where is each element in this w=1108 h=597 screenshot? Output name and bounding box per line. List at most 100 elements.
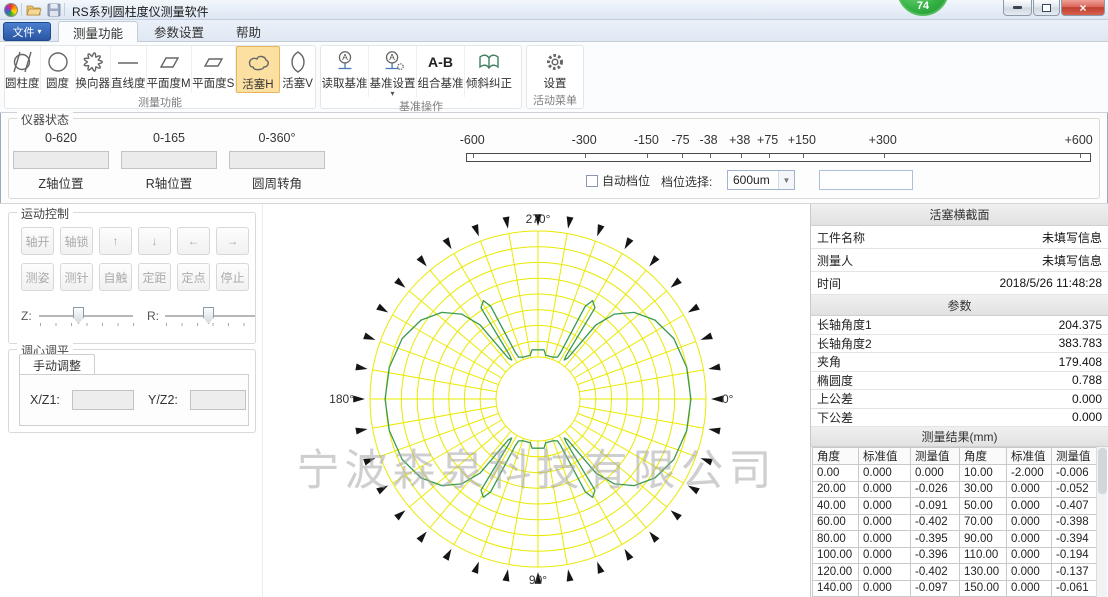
minimize-icon (1013, 6, 1022, 9)
z-slider-label: Z: (21, 309, 32, 323)
rotation-label: 圆周转角 (252, 177, 302, 191)
open-file-icon[interactable] (26, 2, 42, 18)
auto-range-checkbox[interactable] (586, 175, 598, 187)
scrollbar-thumb[interactable] (1098, 448, 1107, 494)
ribbon-button-commutator[interactable]: 换向器 (76, 46, 112, 93)
param-value: 0.788 (1072, 373, 1102, 387)
z-slider-track[interactable] (39, 315, 133, 317)
results-cell: 50.00 (960, 498, 1007, 515)
ribbon-button-flatness-m[interactable]: 平面度M (147, 46, 192, 93)
results-cell: 0.000 (859, 514, 911, 531)
r-slider-thumb[interactable] (203, 307, 214, 324)
results-cell: -0.394 (1052, 531, 1097, 548)
info-value: 2018/5/26 11:48:28 (999, 276, 1102, 290)
param-row: 下公差0.000 (811, 409, 1108, 428)
results-cell: -0.395 (911, 531, 960, 548)
param-label: 长轴角度1 (817, 316, 872, 333)
close-button[interactable]: × (1061, 0, 1105, 16)
minimize-button[interactable] (1003, 0, 1032, 16)
param-row: 上公差0.000 (811, 390, 1108, 409)
info-value: 未填写信息 (1042, 252, 1102, 269)
ribbon-button-roundness[interactable]: 圆度 (41, 46, 76, 93)
results-header-cell: 标准值 (1007, 448, 1052, 465)
results-cell: 40.00 (813, 498, 859, 515)
results-cell: -0.407 (1052, 498, 1097, 515)
range-select-dropdown[interactable]: 600um ▼ (727, 170, 795, 190)
results-panel: 活塞横截面 工件名称未填写信息测量人未填写信息时间2018/5/26 11:48… (810, 204, 1108, 597)
gauge-tick (1080, 154, 1081, 158)
ribbon-button-settings[interactable]: 设置 (531, 46, 579, 91)
info-row: 工件名称未填写信息 (811, 226, 1108, 249)
table-row: 60.000.000-0.40270.000.000-0.398 (813, 514, 1097, 531)
ribbon-button-cylindricity[interactable]: 圆柱度 (5, 46, 41, 93)
range-extra-field[interactable] (819, 170, 913, 190)
motion-button[interactable]: 测针 (60, 263, 93, 291)
rotation-value-field[interactable] (229, 151, 325, 169)
tab-parameter-settings[interactable]: 参数设置 (140, 21, 218, 42)
results-cell: 110.00 (960, 547, 1007, 564)
motion-button[interactable]: 定点 (177, 263, 210, 291)
results-cell: -0.097 (911, 580, 960, 597)
polar-chart-canvas: 0°90°180°270° (263, 204, 810, 597)
results-cell: 0.000 (1007, 481, 1052, 498)
gauge-scale-label: +75 (757, 133, 778, 147)
file-menu-button[interactable]: 文件▾ (3, 22, 51, 41)
motion-button[interactable]: 停止 (216, 263, 249, 291)
datum-settings-icon: A (380, 49, 406, 75)
ribbon-button-flatness-s[interactable]: 平面度S (192, 46, 236, 93)
results-scrollbar[interactable] (1096, 447, 1107, 597)
gauge-tick (803, 154, 804, 158)
motion-button[interactable]: ↓ (138, 227, 171, 255)
app-icon[interactable] (4, 3, 18, 17)
save-icon[interactable] (46, 2, 62, 18)
z-axis-value-field[interactable] (13, 151, 109, 169)
motion-button[interactable]: 轴锁 (60, 227, 93, 255)
results-cell: -0.137 (1052, 564, 1097, 581)
gauge-scale-label: -38 (700, 133, 718, 147)
xz1-field[interactable] (72, 390, 134, 410)
info-label: 时间 (817, 275, 841, 292)
results-cell: 0.000 (859, 465, 911, 482)
tilt-correction-icon (476, 49, 502, 75)
results-cell: 150.00 (960, 580, 1007, 597)
results-table: 角度标准值测量值角度标准值测量值0.000.0000.00010.00-2.00… (812, 447, 1097, 597)
tab-help[interactable]: 帮助 (222, 21, 275, 42)
gauge-tick (769, 154, 770, 158)
read-datum-icon: A (332, 49, 358, 75)
z-axis-status: 0-620 Z轴位置 (13, 131, 109, 192)
results-cell: 0.000 (911, 465, 960, 482)
r-axis-value-field[interactable] (121, 151, 217, 169)
info-label: 测量人 (817, 252, 853, 269)
ribbon-button-datum-settings[interactable]: A 基准设置 ▾ (369, 46, 417, 97)
yz2-field[interactable] (190, 390, 246, 410)
ribbon-button-combined-datum[interactable]: A-B 组合基准 (417, 46, 465, 97)
results-cell: 120.00 (813, 564, 859, 581)
ribbon-group-measure: 圆柱度 圆度 换向器 直线度 平面度M 平面度S (4, 45, 316, 109)
table-row: 0.000.0000.00010.00-2.000-0.006 (813, 465, 1097, 482)
results-cell: 60.00 (813, 514, 859, 531)
param-label: 下公差 (817, 409, 853, 426)
motion-button[interactable]: ↑ (99, 227, 132, 255)
motion-button[interactable]: 自触 (99, 263, 132, 291)
gauge-scale-label: +150 (788, 133, 816, 147)
motion-button[interactable]: → (216, 227, 249, 255)
param-value: 0.000 (1072, 392, 1102, 406)
ribbon-group-datum: A 读取基准 A 基准设置 ▾ A-B 组合基准 倾斜 (320, 45, 522, 109)
motion-button[interactable]: ← (177, 227, 210, 255)
z-slider-thumb[interactable] (73, 307, 84, 324)
motion-button[interactable]: 定距 (138, 263, 171, 291)
maximize-button[interactable] (1033, 0, 1060, 16)
info-label: 工件名称 (817, 229, 865, 246)
tab-measure-functions[interactable]: 测量功能 (58, 21, 138, 42)
motion-button[interactable]: 测姿 (21, 263, 54, 291)
motion-button[interactable]: 轴开 (21, 227, 54, 255)
ribbon-button-piston-h[interactable]: 活塞H (236, 46, 280, 93)
tab-manual-adjust[interactable]: 手动调整 (19, 354, 95, 375)
results-cell: -0.061 (1052, 580, 1097, 597)
piston-h-icon (245, 50, 271, 76)
ribbon-button-tilt-correction[interactable]: 倾斜纠正 (465, 46, 513, 97)
ribbon-button-straightness[interactable]: 直线度 (111, 46, 147, 93)
ribbon-button-read-datum[interactable]: A 读取基准 (321, 46, 369, 97)
ribbon-button-piston-v[interactable]: 活塞V (280, 46, 315, 93)
gauge-scale-label: +38 (729, 133, 750, 147)
